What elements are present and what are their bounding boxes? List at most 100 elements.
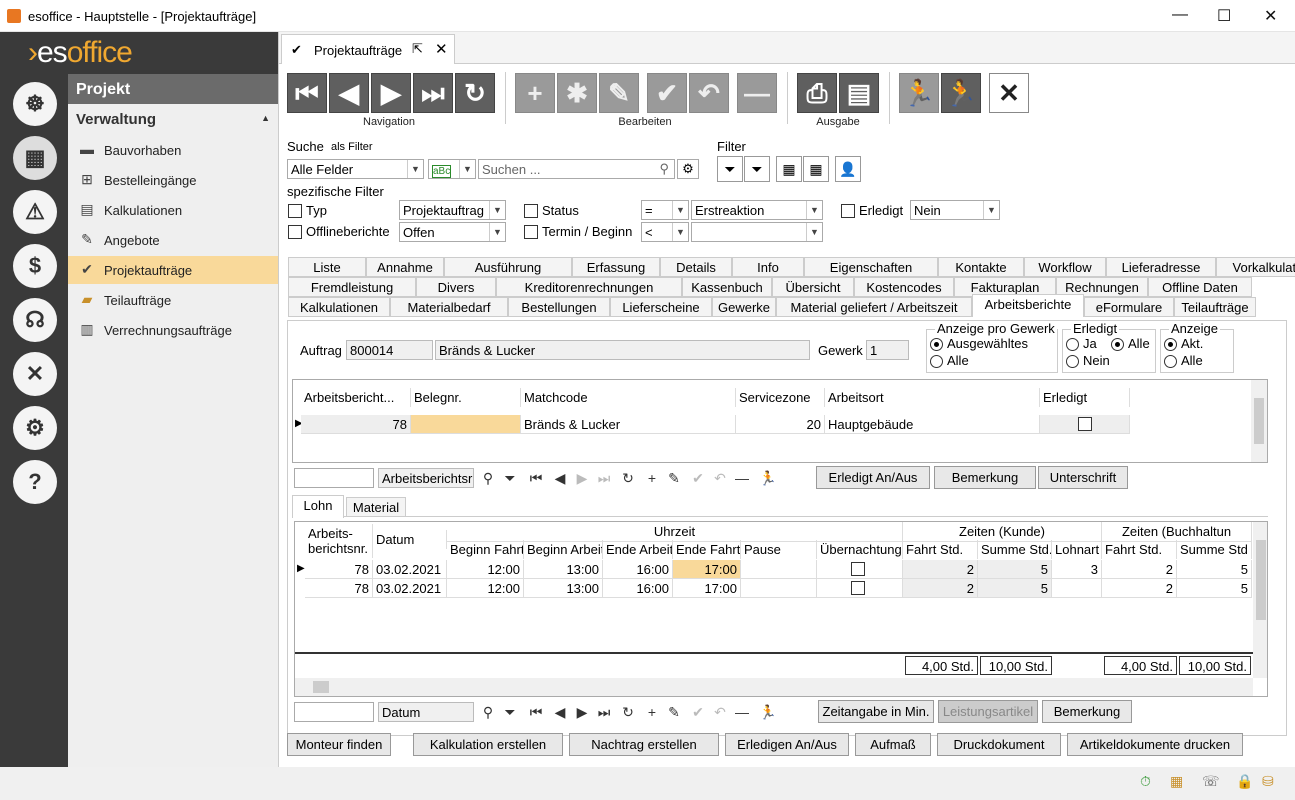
filter-icon[interactable]: ⏷: [500, 470, 520, 487]
subtab-lohn[interactable]: Lohn: [292, 495, 344, 518]
next-record-button[interactable]: ▶: [371, 73, 411, 113]
lohn-cell[interactable]: 12:00: [447, 560, 524, 579]
tab-kostencodes[interactable]: Kostencodes: [854, 277, 954, 297]
lohn-cell[interactable]: [1052, 579, 1102, 598]
run-icon[interactable]: 🏃: [758, 704, 778, 721]
grid2-vscrollbar[interactable]: [1253, 522, 1267, 678]
save-icon[interactable]: ✔: [688, 704, 708, 721]
unterschrift-button[interactable]: Unterschrift: [1038, 466, 1128, 489]
tab-details[interactable]: Details: [660, 257, 732, 277]
grid1-scrollbar[interactable]: [1251, 380, 1267, 462]
sidebar-item-kalkulationen[interactable]: ▤ Kalkulationen: [68, 196, 278, 224]
lohn-cell[interactable]: 17:00: [673, 579, 741, 598]
lohn-cell[interactable]: 12:00: [447, 579, 524, 598]
database-icon[interactable]: ⛁: [1262, 773, 1274, 790]
edit-button[interactable]: ✎: [599, 73, 639, 113]
filter-user-button[interactable]: 👤: [835, 156, 861, 182]
search-mode-select[interactable]: aBc ▼: [428, 159, 476, 179]
save-icon[interactable]: ✔: [688, 470, 708, 487]
tab-teilaufträge[interactable]: Teilaufträge: [1174, 297, 1256, 317]
filter-icon[interactable]: ⏷: [500, 704, 520, 721]
lohn-cell[interactable]: 13:00: [524, 579, 603, 598]
sidebar-item-angebote[interactable]: ✎ Angebote: [68, 226, 278, 254]
run-button[interactable]: 🏃: [941, 73, 981, 113]
tools-icon[interactable]: ✕: [13, 352, 57, 396]
sidebar-item-teilauftraege[interactable]: ▰ Teilaufträge: [68, 286, 278, 314]
tab-kreditorenrechnungen[interactable]: Kreditorenrechnungen: [496, 277, 682, 297]
col-matchcode[interactable]: Matchcode: [521, 388, 736, 407]
col-belegnr[interactable]: Belegnr.: [411, 388, 521, 407]
lohn-cell[interactable]: 03.02.2021: [373, 579, 447, 598]
lohn-cell[interactable]: 2: [1102, 560, 1177, 579]
tab-fremdleistung[interactable]: Fremdleistung: [288, 277, 416, 297]
building-icon[interactable]: ▦: [1170, 773, 1183, 790]
col-lohnart[interactable]: Lohnart: [1052, 540, 1102, 559]
sidebar-item-projektauftraege[interactable]: ✔ Projektaufträge: [68, 256, 278, 284]
anzeige-alle-radio[interactable]: [1164, 355, 1177, 368]
grid2-sort-field[interactable]: Datum: [378, 702, 474, 722]
tab-offline-daten[interactable]: Offline Daten: [1148, 277, 1252, 297]
nachtrag-erstellen-button[interactable]: Nachtrag erstellen: [569, 733, 719, 756]
lohn-cell[interactable]: 16:00: [603, 560, 673, 579]
asterisk-button[interactable]: ✱: [557, 73, 597, 113]
col-arbeitsbericht[interactable]: Arbeitsbericht...: [301, 388, 411, 407]
sidebar-item-bestelleingaenge[interactable]: ⊞ Bestelleingänge: [68, 166, 278, 194]
search-field-select[interactable]: Alle Felder ▼: [287, 159, 424, 179]
tab-projektauftraege[interactable]: ✔ Projektaufträge ⇱ ✕: [281, 34, 455, 64]
col-beginn-fahrt[interactable]: Beginn Fahrt: [447, 540, 524, 559]
lohn-cell[interactable]: 16:00: [603, 579, 673, 598]
tab-eformulare[interactable]: eFormulare: [1084, 297, 1174, 317]
lohn-cell[interactable]: 5: [1177, 560, 1252, 579]
erledigt-toggle-button[interactable]: Erledigt An/Aus: [816, 466, 930, 489]
artikeldokumente-button[interactable]: Artikeldokumente drucken: [1067, 733, 1243, 756]
lohn-cell[interactable]: 2: [1102, 579, 1177, 598]
tab-kassenbuch[interactable]: Kassenbuch: [682, 277, 772, 297]
anzeige-akt-radio[interactable]: [1164, 338, 1177, 351]
edit-icon[interactable]: ✎: [664, 704, 684, 721]
col-übernachtung[interactable]: Übernachtung: [817, 540, 903, 559]
lohn-cell[interactable]: [817, 579, 903, 598]
run-icon[interactable]: 🏃: [758, 470, 778, 487]
termin-select[interactable]: ▼: [691, 222, 823, 242]
alle-gewerk-radio[interactable]: [930, 355, 943, 368]
close-tab-icon[interactable]: ✕: [435, 40, 448, 58]
termin-checkbox[interactable]: [524, 225, 538, 239]
col-summe-std[interactable]: Summe Std: [1177, 540, 1252, 559]
search-settings-button[interactable]: ⚙: [677, 159, 699, 179]
print-button[interactable]: ⎙: [797, 73, 837, 113]
lohn-cell[interactable]: 2: [903, 560, 978, 579]
status-select[interactable]: Erstreaktion ▼: [691, 200, 823, 220]
lohn-cell[interactable]: [817, 560, 903, 579]
tab-erfassung[interactable]: Erfassung: [572, 257, 660, 277]
tab-info[interactable]: Info: [732, 257, 804, 277]
last-record-button[interactable]: ⏭: [413, 73, 453, 113]
tab-ausführung[interactable]: Ausführung: [444, 257, 572, 277]
undo-icon[interactable]: ↶: [710, 470, 730, 487]
refresh-icon[interactable]: ↻: [618, 470, 638, 487]
filter-tree2-button[interactable]: ▦: [803, 156, 829, 182]
col-berichtsnr[interactable]: Arbeits- berichtsnr.: [305, 524, 373, 558]
grid1-search-input[interactable]: [294, 468, 374, 488]
tab-eigenschaften[interactable]: Eigenschaften: [804, 257, 938, 277]
cell-matchcode[interactable]: Bränds & Lucker: [521, 415, 736, 434]
col-servicezone[interactable]: Servicezone: [736, 388, 825, 407]
grid2-search-input[interactable]: [294, 702, 374, 722]
prev-icon[interactable]: ◀: [550, 704, 570, 721]
help-icon[interactable]: ?: [13, 460, 57, 504]
tab-lieferscheine[interactable]: Lieferscheine: [610, 297, 712, 317]
tab-kontakte[interactable]: Kontakte: [938, 257, 1024, 277]
lohn-cell[interactable]: 5: [978, 579, 1052, 598]
col-fahrt-std-[interactable]: Fahrt Std.: [1102, 540, 1177, 559]
first-record-button[interactable]: ⏮: [287, 73, 327, 113]
erledigt-alle-radio[interactable]: [1111, 338, 1124, 351]
phone-icon[interactable]: ☏: [1202, 773, 1220, 790]
project-module-icon[interactable]: ▦: [13, 136, 57, 180]
delete-button[interactable]: —: [737, 73, 777, 113]
add-icon[interactable]: +: [642, 470, 662, 486]
tab-liste[interactable]: Liste: [288, 257, 366, 277]
tab-gewerke[interactable]: Gewerke: [712, 297, 776, 317]
erledigen-button[interactable]: Erledigen An/Aus: [725, 733, 849, 756]
subtab-material[interactable]: Material: [346, 497, 406, 517]
col-fahrt-std-[interactable]: Fahrt Std.: [903, 540, 978, 559]
status-operator-select[interactable]: = ▼: [641, 200, 689, 220]
